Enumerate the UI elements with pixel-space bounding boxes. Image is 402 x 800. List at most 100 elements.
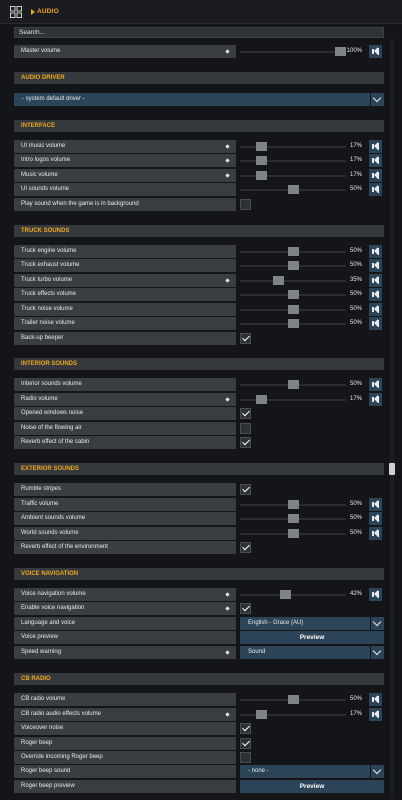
speaker-icon[interactable] [369, 259, 382, 272]
audio-driver-dropdown[interactable]: - system default driver - [14, 93, 370, 106]
search-input[interactable] [14, 27, 384, 38]
cabin-reverb-checkbox[interactable] [240, 437, 251, 448]
truck-engine-volume-slider[interactable] [240, 247, 346, 256]
setting-row-rumble-stripes: Rumble stripes [14, 483, 384, 496]
setting-row-ambient-sounds-volume: Ambient sounds volume 50% [14, 512, 384, 525]
flowing-air-noise-checkbox[interactable] [240, 423, 251, 434]
slider-handle[interactable] [256, 395, 267, 404]
speaker-icon[interactable] [369, 183, 382, 196]
traffic-volume-slider[interactable] [240, 500, 346, 509]
slider-handle[interactable] [288, 500, 299, 509]
slider-handle[interactable] [288, 695, 299, 704]
truck-turbo-volume-slider[interactable] [240, 276, 346, 285]
speaker-icon[interactable] [369, 708, 382, 721]
speaker-icon[interactable] [369, 378, 382, 391]
speaker-icon[interactable] [369, 393, 382, 406]
radio-volume-slider[interactable] [240, 395, 346, 404]
enable-voice-navigation-checkbox[interactable] [240, 603, 251, 614]
chevron-down-icon[interactable] [371, 765, 384, 778]
setting-label: Voice preview [21, 634, 59, 640]
speaker-icon[interactable] [369, 693, 382, 706]
roger-beep-sound-dropdown[interactable]: - none - [240, 765, 370, 778]
cb-radio-volume-slider[interactable] [240, 695, 346, 704]
scrollbar-thumb[interactable] [389, 463, 395, 475]
slider-handle[interactable] [288, 305, 299, 314]
backup-beeper-checkbox[interactable] [240, 333, 251, 344]
chevron-down-icon[interactable] [371, 617, 384, 630]
speaker-icon[interactable] [369, 303, 382, 316]
voice-navigation-volume-slider[interactable] [240, 590, 346, 599]
voice-preview-button[interactable]: Preview [240, 631, 384, 644]
slider-handle[interactable] [273, 276, 284, 285]
slider-handle[interactable] [256, 710, 267, 719]
truck-exhaust-volume-slider[interactable] [240, 261, 346, 270]
slider-handle[interactable] [288, 319, 299, 328]
ui-sounds-volume-slider[interactable] [240, 185, 346, 194]
master-volume-slider[interactable] [240, 47, 346, 56]
setting-label: Roger beep preview [21, 783, 75, 789]
setting-label: Truck engine volume [21, 248, 77, 254]
speaker-icon[interactable] [369, 512, 382, 525]
speaker-icon[interactable] [369, 245, 382, 258]
interior-sounds-volume-slider[interactable] [240, 380, 346, 389]
world-sounds-volume-slider[interactable] [240, 529, 346, 538]
speaker-icon[interactable] [369, 288, 382, 301]
speaker-icon[interactable] [369, 498, 382, 511]
ui-music-volume-slider[interactable] [240, 142, 346, 151]
environment-reverb-checkbox[interactable] [240, 542, 251, 553]
speaker-icon[interactable] [369, 274, 382, 287]
chevron-down-icon[interactable] [371, 646, 384, 659]
setting-value: 17% [349, 172, 362, 178]
truck-noise-volume-slider[interactable] [240, 305, 346, 314]
slider-handle[interactable] [288, 380, 299, 389]
setting-value: 42% [349, 591, 362, 597]
setting-value: 17% [349, 711, 362, 717]
opened-windows-noise-checkbox[interactable] [240, 408, 251, 419]
cb-radio-effects-volume-slider[interactable] [240, 710, 346, 719]
setting-row-flowing-air-noise: Noise of the flowing air [14, 422, 384, 435]
speaker-icon[interactable] [369, 169, 382, 182]
slider-handle[interactable] [288, 261, 299, 270]
speaker-icon[interactable] [369, 588, 382, 601]
chevron-down-icon[interactable] [371, 93, 384, 106]
setting-value: 50% [349, 186, 362, 192]
trailer-noise-volume-slider[interactable] [240, 319, 346, 328]
setting-value: 50% [349, 515, 362, 521]
slider-handle[interactable] [288, 529, 299, 538]
music-volume-slider[interactable] [240, 171, 346, 180]
slider-handle[interactable] [256, 171, 267, 180]
speaker-icon[interactable] [369, 154, 382, 167]
background-sound-checkbox[interactable] [240, 199, 251, 210]
setting-row-radio-volume: Radio volume 17% [14, 393, 384, 406]
ambient-sounds-volume-slider[interactable] [240, 514, 346, 523]
scrollbar-track[interactable] [390, 38, 394, 798]
slider-handle[interactable] [288, 185, 299, 194]
slider-handle[interactable] [280, 590, 291, 599]
slider-handle[interactable] [335, 47, 346, 56]
roger-beep-preview-button[interactable]: Preview [240, 780, 384, 793]
slider-handle[interactable] [256, 156, 267, 165]
language-voice-dropdown[interactable]: English - Grace (AU) [240, 617, 370, 630]
section-header-cb-radio: CB RADIO [14, 673, 384, 685]
setting-label: World sounds volume [21, 530, 79, 536]
truck-effects-volume-slider[interactable] [240, 290, 346, 299]
grid-menu-icon[interactable] [10, 6, 22, 18]
setting-row-environment-reverb: Reverb effect of the environment [14, 541, 384, 554]
setting-label: UI sounds volume [21, 186, 70, 192]
voiceover-noise-checkbox[interactable] [240, 723, 251, 734]
speaker-icon[interactable] [369, 317, 382, 330]
setting-row-traffic-volume: Traffic volume 50% [14, 498, 384, 511]
speed-warning-dropdown[interactable]: Sound [240, 646, 370, 659]
speaker-icon[interactable] [369, 140, 382, 153]
intro-logos-volume-slider[interactable] [240, 156, 346, 165]
rumble-stripes-checkbox[interactable] [240, 484, 251, 495]
roger-beep-checkbox[interactable] [240, 738, 251, 749]
setting-row-truck-engine-volume: Truck engine volume 50% [14, 245, 384, 258]
slider-handle[interactable] [288, 290, 299, 299]
slider-handle[interactable] [256, 142, 267, 151]
slider-handle[interactable] [288, 247, 299, 256]
override-roger-beep-checkbox[interactable] [240, 752, 251, 763]
speaker-icon[interactable] [369, 527, 382, 540]
speaker-icon[interactable] [369, 45, 382, 58]
slider-handle[interactable] [288, 514, 299, 523]
